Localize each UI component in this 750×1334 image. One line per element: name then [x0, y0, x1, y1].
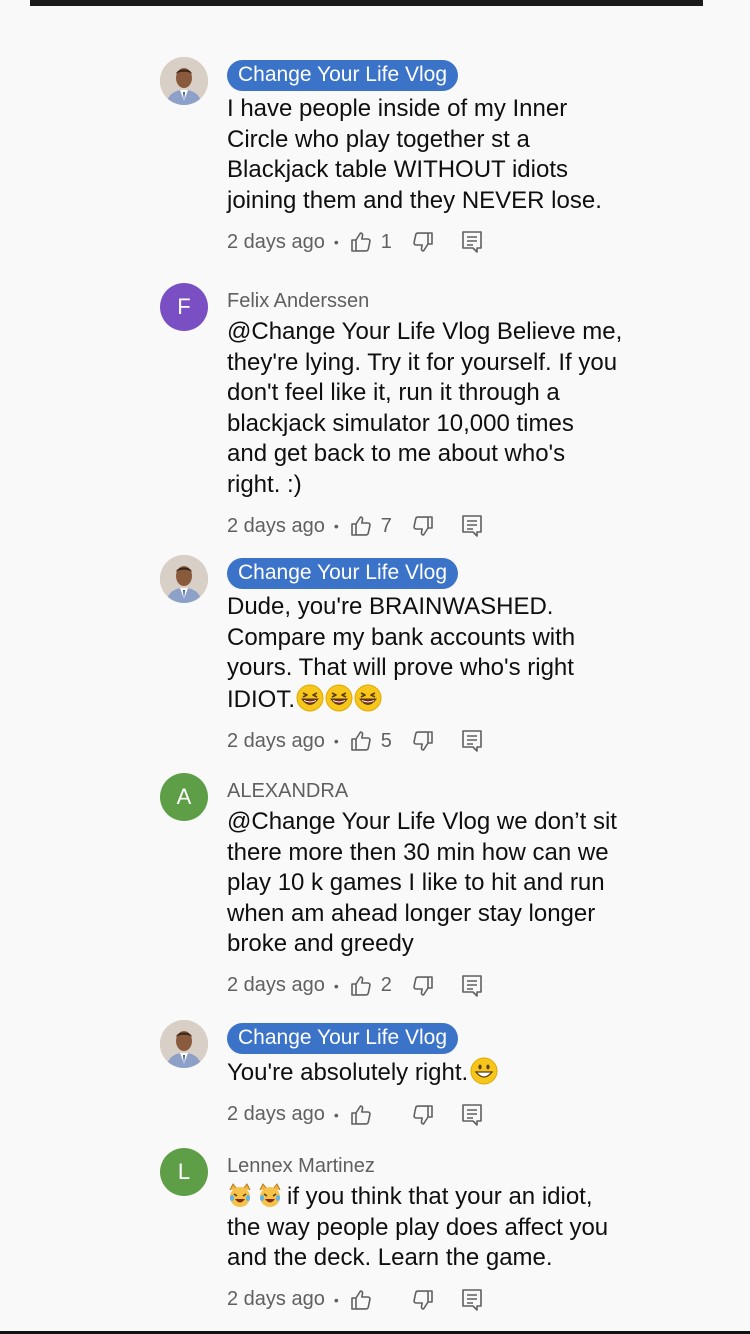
thumbs-up-icon[interactable]	[349, 230, 373, 254]
reply-icon[interactable]	[461, 729, 483, 753]
comment-author[interactable]: ALEXANDRA	[227, 778, 660, 804]
comment-body: ALEXANDRA @Change Your Life Vlog we don’t…	[227, 773, 660, 1000]
comment-text-content: I have people inside of my Inner Circle …	[227, 95, 602, 214]
thumbs-up-icon[interactable]	[349, 729, 373, 753]
comment-text: if you think that your an idiot, the way…	[227, 1182, 660, 1274]
avatar[interactable]: A	[160, 773, 208, 821]
comment-text-content: @Change Your Life Vlog we don’t sit ther…	[227, 808, 617, 957]
comment-timestamp: 2 days ago	[227, 1103, 325, 1125]
separator-dot: •	[333, 234, 339, 250]
comment-timestamp: 2 days ago	[227, 230, 325, 253]
comment-text-content: You're absolutely right.	[227, 1059, 469, 1086]
creator-author-badge[interactable]: Change Your Life Vlog	[227, 60, 459, 91]
avatar[interactable]: L	[160, 1148, 208, 1196]
thumbs-down-icon[interactable]	[411, 514, 435, 538]
like-count: 2	[380, 974, 392, 996]
reply-icon[interactable]	[461, 1103, 483, 1127]
comment-actions: 2 days ago • 2	[227, 972, 660, 1000]
avatar-letter: F	[177, 294, 191, 319]
creator-author-badge[interactable]: Change Your Life Vlog	[227, 1023, 459, 1054]
separator-dot: •	[333, 1106, 339, 1123]
separator-dot: •	[333, 518, 339, 534]
thumbs-down-icon[interactable]	[411, 230, 435, 254]
comment-text: @Change Your Life Vlog Believe me, they'…	[227, 317, 660, 500]
comment-text-content: Dude, you're BRAINWASHED. Compare my ban…	[227, 593, 576, 713]
thumbs-up-icon[interactable]	[349, 1103, 373, 1127]
reply-icon[interactable]	[461, 230, 483, 254]
comment-actions: 2 days ago • 7	[227, 512, 660, 540]
thumbs-up-icon[interactable]	[349, 1288, 373, 1312]
like-count: 7	[380, 514, 392, 537]
video-bottom-edge	[30, 0, 703, 6]
comment-timestamp: 2 days ago	[227, 729, 325, 752]
comment-text: I have people inside of my Inner Circle …	[227, 94, 660, 216]
comment-body: Felix Anderssen @Change Your Life Vlog Be…	[227, 283, 660, 540]
comment-text-content: @Change Your Life Vlog Believe me, they'…	[227, 318, 623, 498]
creator-author-badge[interactable]: Change Your Life Vlog	[227, 558, 459, 589]
comment-actions: 2 days ago • 1	[227, 228, 660, 256]
comment-text: @Change Your Life Vlog we don’t sit ther…	[227, 807, 660, 960]
separator-dot: •	[333, 977, 339, 994]
comment-body: Change Your Life Vlog Dude, you're BRAINW…	[227, 555, 660, 755]
comment-body: Lennex Martinez if you think that your an…	[227, 1148, 660, 1314]
reply-icon[interactable]	[461, 514, 483, 538]
like-count: 5	[380, 729, 392, 752]
comment-actions: 2 days ago • 5	[227, 727, 660, 755]
crying-laughing-cat-emoji	[227, 1183, 257, 1210]
comment-actions: 2 days ago •	[227, 1286, 660, 1314]
like-count: 1	[380, 230, 392, 253]
reply-icon[interactable]	[461, 1288, 483, 1312]
avatar[interactable]	[160, 1020, 208, 1068]
thumbs-up-icon[interactable]	[349, 514, 373, 538]
thumbs-up-icon[interactable]	[349, 974, 373, 998]
thumbs-down-icon[interactable]	[411, 974, 435, 998]
comment-body: Change Your Life Vlog You're absolutely r…	[227, 1020, 660, 1129]
avatar[interactable]: F	[160, 283, 208, 331]
crying-laughing-cat-emoji	[257, 1183, 287, 1210]
separator-dot: •	[333, 733, 339, 749]
avatar-letter: A	[176, 784, 192, 809]
laughing-emoji	[353, 684, 382, 713]
comment-body: Change Your Life Vlog I have people insid…	[227, 57, 660, 256]
thumbs-down-icon[interactable]	[411, 1288, 435, 1312]
thumbs-down-icon[interactable]	[411, 1103, 435, 1127]
comment-timestamp: 2 days ago	[227, 974, 325, 996]
avatar[interactable]	[160, 555, 208, 603]
comment-timestamp: 2 days ago	[227, 1288, 325, 1310]
thumbs-down-icon[interactable]	[411, 729, 435, 753]
reply-icon[interactable]	[461, 974, 483, 998]
comment-author[interactable]: Lennex Martinez	[227, 1153, 660, 1179]
comment-text: You're absolutely right.	[227, 1057, 660, 1089]
avatar-letter: L	[177, 1159, 191, 1184]
comment-timestamp: 2 days ago	[227, 514, 325, 537]
laughing-emoji	[324, 684, 353, 713]
comment-actions: 2 days ago •	[227, 1101, 660, 1129]
comment-author[interactable]: Felix Anderssen	[227, 288, 660, 314]
separator-dot: •	[333, 1291, 339, 1308]
avatar[interactable]	[160, 57, 208, 105]
comment-text: Dude, you're BRAINWASHED. Compare my ban…	[227, 592, 660, 715]
grinning-emoji	[468, 1057, 498, 1086]
laughing-emoji	[295, 684, 324, 713]
